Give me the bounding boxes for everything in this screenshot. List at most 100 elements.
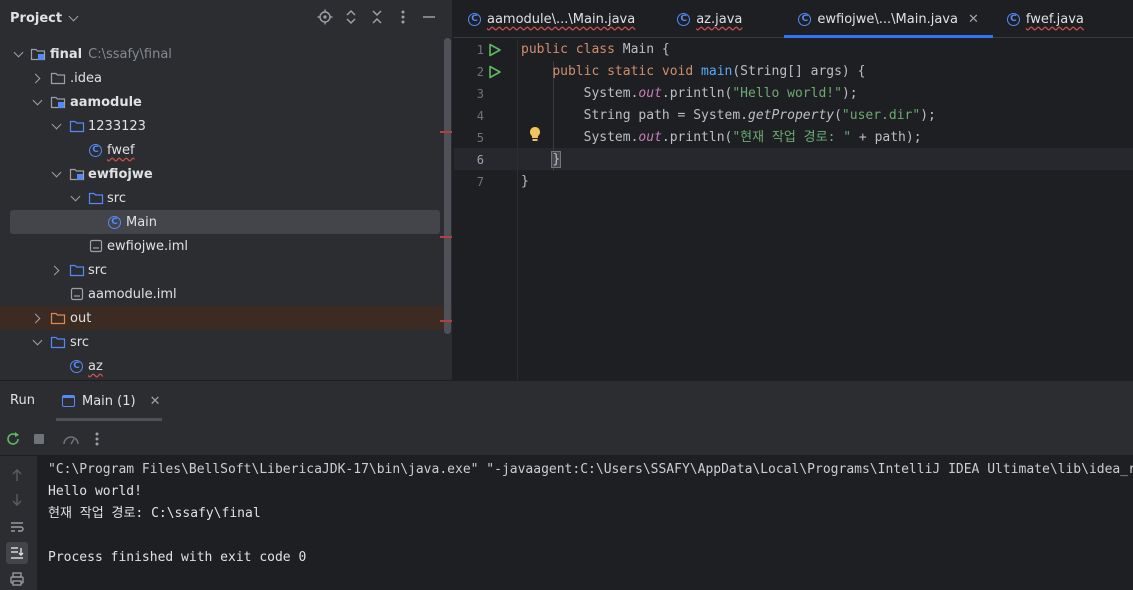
tree-item-ewfiojwe[interactable]: ewfiojwe [0,162,452,186]
tree-label: out [70,310,92,326]
project-path: C:\ssafy\final [88,46,172,62]
line-number: 3 [476,87,484,101]
excluded-folder-icon [50,312,66,325]
chevron-down-icon[interactable] [49,119,63,133]
tree-label: .idea [70,70,102,86]
tree-item-src[interactable]: src [0,258,452,282]
tree-label: Main [126,214,158,230]
expand-all-icon[interactable] [342,8,360,26]
more-options-icon[interactable] [88,430,106,448]
tree-label: 1233123 [88,118,146,134]
scroll-to-end-icon[interactable] [6,542,28,564]
class-icon: C [1006,12,1020,26]
line-number: 7 [476,175,484,189]
more-options-icon[interactable] [394,8,412,26]
tab-ewfiojwe-main[interactable]: C ewfiojwe\...\Main.java ✕ [784,0,994,38]
tab-run-main[interactable]: Main (1) ✕ [56,381,162,421]
tree-item-aamodule-iml[interactable]: aamodule.iml [0,282,452,306]
error-stripe-mark[interactable] [440,236,452,238]
iml-file-icon [70,287,84,301]
tree-item-src[interactable]: src [0,330,452,354]
project-title[interactable]: Project [10,11,62,26]
profiler-icon[interactable] [62,430,80,448]
run-icon[interactable] [488,43,502,57]
chevron-down-icon[interactable] [30,95,44,109]
selection-highlight [10,210,440,234]
tree-item-main[interactable]: C Main [0,210,452,234]
console-line: Hello world! [48,484,142,499]
source-folder-icon [69,120,85,133]
line-number: 1 [476,43,484,57]
chevron-right-icon[interactable] [30,311,44,325]
run-icon[interactable] [488,65,502,79]
chevron-right-icon[interactable] [30,71,44,85]
tree-label: final C:\ssafy\final [50,46,172,62]
tab-az[interactable]: C az.java [649,0,756,38]
console-output[interactable]: "C:\Program Files\BellSoft\LibericaJDK-1… [37,456,1133,590]
close-icon[interactable]: ✕ [968,12,979,27]
source-folder-icon [88,192,104,205]
print-icon[interactable] [8,570,26,588]
run-title: Run [10,393,35,408]
line-number: 5 [476,131,484,145]
chevron-down-icon[interactable] [68,11,79,21]
stop-icon[interactable] [30,430,48,448]
tree-item-final[interactable]: final C:\ssafy\final [0,42,452,66]
tree-item-fwef[interactable]: C fwef [0,138,452,162]
tree-label: aamodule.iml [88,286,177,302]
arrow-down-icon[interactable] [8,491,26,509]
console-line: "C:\Program Files\BellSoft\LibericaJDK-1… [48,462,1133,477]
run-toolbar [0,422,1133,456]
chevron-down-icon[interactable] [11,47,25,61]
error-stripe-mark[interactable] [440,320,452,322]
line-number: 2 [476,65,484,79]
chevron-right-icon[interactable] [49,263,63,277]
soft-wrap-icon[interactable] [8,518,26,536]
tab-fwef[interactable]: C fwef.java [993,0,1098,38]
console-line: Process finished with exit code 0 [48,550,307,565]
tree-item-idea[interactable]: .idea [0,66,452,90]
tree-item-out[interactable]: out [0,306,452,330]
tree-item-az[interactable]: C az [0,354,452,378]
tab-label: az.java [696,11,743,27]
tree-label: src [107,190,126,206]
tree-label: src [70,334,89,350]
code-line: System.out.println("Hello world!"); [583,86,858,101]
code-content: public class Main { public static void m… [521,39,936,193]
class-icon: C [89,143,102,157]
console-line: 현재 작업 경로: C:\ssafy\final [48,506,261,521]
console-side-toolbar [0,456,37,590]
class-icon: C [677,12,691,26]
tab-aamodule-main[interactable]: C aamodule\...\Main.java [454,0,649,38]
tree-item-src[interactable]: src [0,186,452,210]
project-scrollbar[interactable] [444,38,451,334]
code-line: } [521,174,529,189]
close-icon[interactable]: ✕ [150,394,161,409]
chevron-down-icon[interactable] [68,191,82,205]
hide-panel-icon[interactable] [420,8,438,26]
locate-icon[interactable] [316,8,334,26]
tree-item-1233123[interactable]: 1233123 [0,114,452,138]
arrow-up-icon[interactable] [8,466,26,484]
project-toolbar [316,8,438,26]
code-editor[interactable]: 1 2 3 4 5 6 7 public class Main { public… [454,39,1133,380]
chevron-down-icon[interactable] [49,167,63,181]
code-line: } [521,149,936,171]
error-stripe-mark[interactable] [440,131,452,133]
class-icon: C [468,12,481,26]
chevron-down-icon[interactable] [30,335,44,349]
run-header: Run Main (1) ✕ [0,381,1133,421]
tree-label: ewfiojwe [88,166,153,182]
line-number: 4 [476,109,484,123]
tree-item-aamodule[interactable]: aamodule [0,90,452,114]
module-folder-icon [69,168,85,181]
tab-label: ewfiojwe\...\Main.java [817,11,958,27]
rerun-icon[interactable] [4,430,22,448]
collapse-all-icon[interactable] [368,8,386,26]
code-line: String path = System.getProperty("user.d… [583,108,936,123]
run-tab-label: Main (1) [82,393,136,409]
code-line: System.out.println("현재 작업 경로: " + path); [583,130,922,145]
matched-brace: } [551,151,562,168]
tree-item-ewfiojwe-iml[interactable]: ewfiojwe.iml [0,234,452,258]
